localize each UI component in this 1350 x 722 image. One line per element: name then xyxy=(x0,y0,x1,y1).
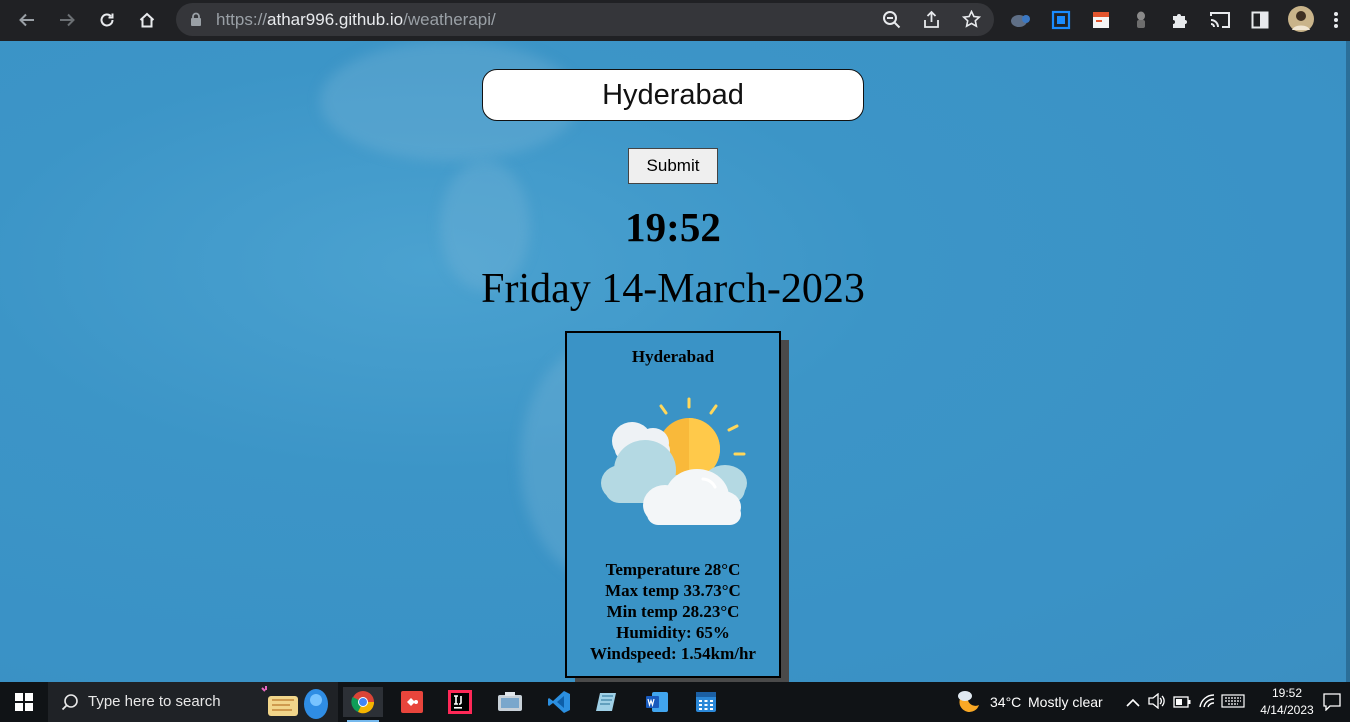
weather-moon-icon[interactable] xyxy=(956,689,982,720)
weather-card: Hyderabad Temperature 28°C Max temp 33.7… xyxy=(565,331,781,678)
partly-cloudy-sun-icon xyxy=(597,395,749,530)
search-icon xyxy=(61,693,79,716)
back-icon[interactable] xyxy=(14,7,40,33)
intellij-taskbar-icon[interactable] xyxy=(440,687,480,717)
side-panel-icon[interactable] xyxy=(1248,8,1272,32)
taskbar-weather-temp[interactable]: 34°C xyxy=(990,694,1021,710)
battery-icon[interactable] xyxy=(1173,695,1191,713)
min-temp-value: Min temp 28.23°C xyxy=(606,602,740,621)
reload-icon[interactable] xyxy=(94,7,120,33)
windspeed-value: Windspeed: 1.54km/hr xyxy=(590,644,756,663)
taskbar-clock-time[interactable]: 19:52 xyxy=(1252,686,1322,700)
zoom-icon[interactable] xyxy=(882,10,901,34)
taskbar-weather-desc[interactable]: Mostly clear xyxy=(1028,694,1103,710)
temperature-value: Temperature 28°C xyxy=(605,560,741,579)
chevron-up-icon[interactable] xyxy=(1126,695,1140,713)
city-search-input[interactable] xyxy=(482,69,864,121)
volume-icon[interactable] xyxy=(1148,692,1166,714)
home-icon[interactable] xyxy=(134,7,160,33)
weather-stats: Temperature 28°C Max temp 33.73°C Min te… xyxy=(567,559,779,664)
address-bar[interactable]: https://athar996.github.io/weatherapi/ xyxy=(176,3,994,36)
profile-avatar[interactable] xyxy=(1287,5,1315,33)
url-text: https://athar996.github.io/weatherapi/ xyxy=(216,10,496,29)
current-time: 19:52 xyxy=(625,204,721,250)
extensions-puzzle-icon[interactable] xyxy=(1168,8,1192,32)
max-temp-value: Max temp 33.73°C xyxy=(605,581,741,600)
calculator-taskbar-icon[interactable] xyxy=(686,687,726,717)
humidity-value: Humidity: 65% xyxy=(616,623,730,642)
browser-toolbar: https://athar996.github.io/weatherapi/ xyxy=(0,0,1350,41)
file-explorer-taskbar-icon[interactable] xyxy=(490,687,530,717)
bookmark-star-icon[interactable] xyxy=(961,9,982,34)
git-taskbar-icon[interactable] xyxy=(392,687,432,717)
wifi-icon[interactable] xyxy=(1198,693,1216,714)
forward-icon[interactable] xyxy=(54,7,80,33)
cast-icon[interactable] xyxy=(1208,8,1232,32)
share-icon[interactable] xyxy=(922,10,941,34)
notes-taskbar-icon[interactable] xyxy=(588,687,628,717)
chrome-taskbar-icon[interactable] xyxy=(343,687,383,722)
search-placeholder: Type here to search xyxy=(88,693,221,710)
windows-start-icon[interactable] xyxy=(4,687,44,717)
card-city-name: Hyderabad xyxy=(631,347,715,366)
vscode-taskbar-icon[interactable] xyxy=(539,687,579,717)
windows-taskbar: Type here to search 34°C Mostly clear 19… xyxy=(0,682,1350,722)
word-taskbar-icon[interactable] xyxy=(637,687,677,717)
notification-icon[interactable] xyxy=(1323,693,1341,716)
current-date: Friday 14-March-2023 xyxy=(481,266,865,312)
keyboard-icon[interactable] xyxy=(1221,694,1245,713)
screenshot-extension-icon[interactable] xyxy=(1049,8,1073,32)
menu-kebab-icon[interactable] xyxy=(1326,8,1346,32)
weather-page: Submit 19:52 Friday 14-March-2023 Hydera… xyxy=(0,41,1350,682)
taskbar-clock-date[interactable]: 4/14/2023 xyxy=(1252,703,1322,717)
extension-icon[interactable] xyxy=(1009,8,1033,32)
taskbar-search-box[interactable]: Type here to search xyxy=(48,682,338,722)
calendar-extension-icon[interactable] xyxy=(1089,8,1113,32)
scrollbar[interactable] xyxy=(1346,41,1350,682)
search-highlight-icon xyxy=(258,684,334,722)
submit-button[interactable]: Submit xyxy=(628,148,718,184)
puppet-extension-icon[interactable] xyxy=(1129,8,1153,32)
lock-icon xyxy=(190,12,202,32)
